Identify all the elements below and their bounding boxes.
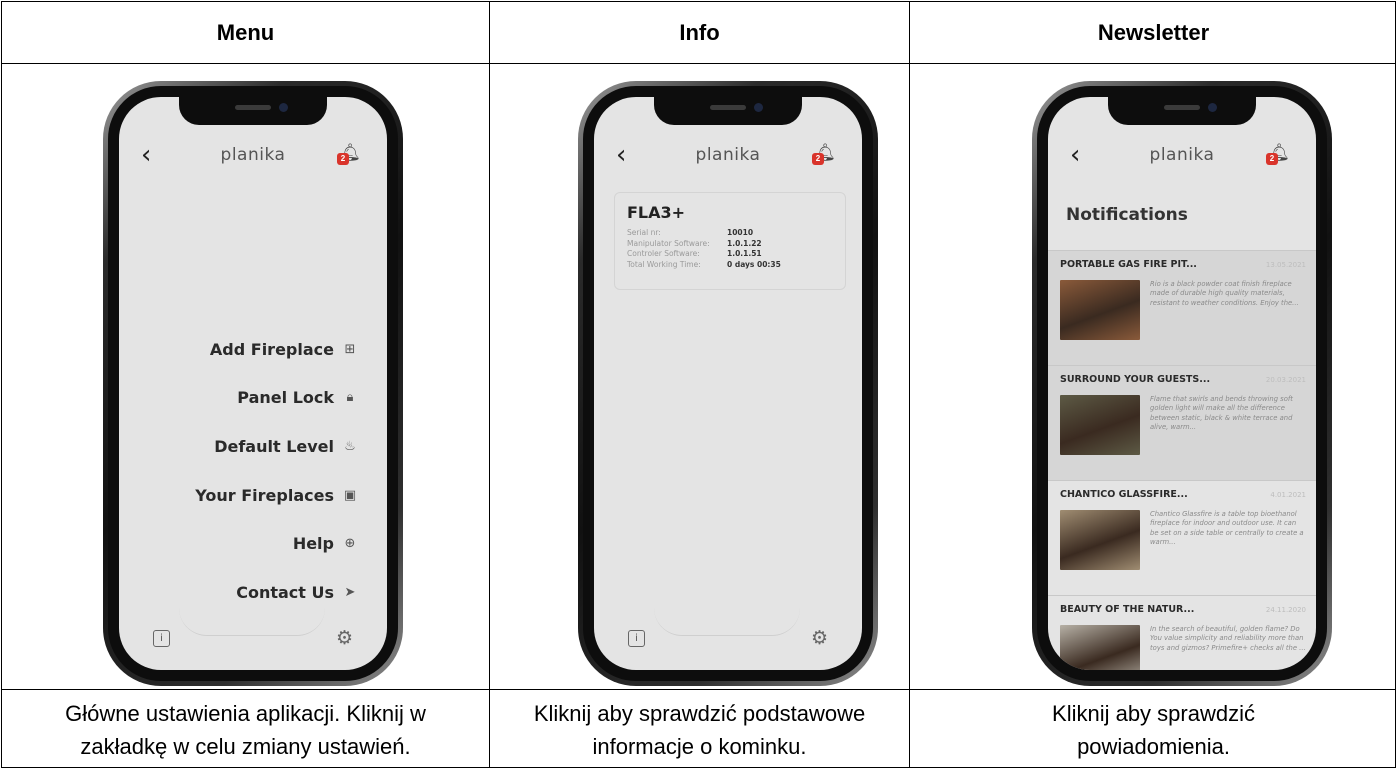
- menu-item-help[interactable]: Help ⊕: [195, 519, 361, 568]
- caption-line: Główne ustawienia aplikacji. Kliknij w: [65, 701, 426, 726]
- column-header-info: Info: [679, 20, 720, 45]
- info-key: Manipulator Software:: [627, 238, 710, 248]
- gear-icon[interactable]: ⚙: [336, 627, 353, 649]
- phone-notch: [179, 97, 327, 125]
- column-divider: [909, 2, 910, 767]
- menu-item-label: Help: [292, 534, 334, 554]
- info-key: Total Working Time:: [627, 259, 701, 269]
- info-icon[interactable]: i: [153, 630, 170, 647]
- menu-item-label: Contact Us: [236, 582, 334, 602]
- phone-notch: [654, 97, 802, 125]
- app-screen-newsletter: ‹ planika 🔔︎ 2 Notifications PORTABLE GA…: [1048, 97, 1316, 670]
- notifications-heading: Notifications: [1066, 205, 1188, 225]
- menu-item-label: Default Level: [214, 436, 334, 456]
- notifications-list: PORTABLE GAS FIRE PIT... 13.05.2021 Rio …: [1048, 250, 1316, 670]
- document-table: Menu Info Newsletter ‹ planika 🔔︎ 2 Add …: [1, 1, 1396, 768]
- menu-item-label: Add Fireplace: [209, 339, 334, 359]
- settings-menu: Add Fireplace ⊞ Panel Lock 🔒︎ Default Le…: [195, 325, 361, 617]
- info-value: 10010: [727, 228, 754, 237]
- notifications-button[interactable]: 🔔︎ 2: [335, 143, 361, 167]
- notification-item[interactable]: CHANTICO GLASSFIRE... 4.01.2021 Chantico…: [1048, 480, 1316, 595]
- notification-item[interactable]: SURROUND YOUR GUESTS... 20.03.2021 Flame…: [1048, 365, 1316, 480]
- notification-date: 13.05.2021: [1265, 261, 1306, 269]
- caption-line: Kliknij aby sprawdzić: [1052, 701, 1255, 726]
- info-row: Serial nr: 10010: [627, 228, 833, 239]
- lifebuoy-icon: ⊕: [344, 536, 356, 552]
- info-icon[interactable]: i: [628, 630, 645, 647]
- notifications-button[interactable]: 🔔︎ 2: [810, 143, 836, 167]
- send-icon: ➤: [344, 584, 356, 600]
- caption-line: powiadomienia.: [1077, 734, 1230, 759]
- column-header-newsletter: Newsletter: [1097, 20, 1210, 45]
- phone-frame: ‹ planika 🔔︎ 2 Add Fireplace ⊞ Panel Loc…: [103, 81, 403, 686]
- notification-thumbnail: [1060, 625, 1140, 670]
- phone-mockup-info: ‹ planika 🔔︎ 2 FLA3+ Serial nr: 10010 Ma…: [578, 81, 878, 686]
- notification-date: 20.03.2021: [1265, 376, 1306, 384]
- notification-thumbnail: [1060, 395, 1140, 455]
- bottom-bar: i ⚙: [119, 608, 387, 670]
- info-row: Total Working Time: 0 days 00:35: [627, 260, 833, 271]
- notification-badge: 2: [337, 153, 349, 165]
- menu-item-label: Your Fireplaces: [195, 485, 334, 505]
- info-row: Manipulator Software: 1.0.1.22: [627, 239, 833, 250]
- column-header-menu: Menu: [216, 20, 275, 45]
- notification-title: BEAUTY OF THE NATUR...: [1060, 604, 1195, 615]
- notification-excerpt: In the search of beautiful, golden flame…: [1150, 625, 1306, 652]
- notification-date: 24.11.2020: [1265, 606, 1306, 614]
- info-key: Serial nr:: [627, 228, 661, 237]
- caption-line: zakładkę w celu zmiany ustawień.: [80, 734, 411, 759]
- notification-title: PORTABLE GAS FIRE PIT...: [1060, 259, 1197, 270]
- app-screen-menu: ‹ planika 🔔︎ 2 Add Fireplace ⊞ Panel Loc…: [119, 97, 387, 670]
- notification-excerpt: Chantico Glassfire is a table top bioeth…: [1150, 510, 1304, 547]
- flame-icon: ♨: [344, 438, 356, 454]
- plus-box-icon: ⊞: [344, 341, 356, 357]
- column-divider: [489, 2, 490, 767]
- notifications-button[interactable]: 🔔︎ 2: [1264, 143, 1290, 167]
- phone-mockup-menu: ‹ planika 🔔︎ 2 Add Fireplace ⊞ Panel Loc…: [103, 81, 403, 686]
- notification-title: SURROUND YOUR GUESTS...: [1060, 374, 1211, 385]
- app-screen-info: ‹ planika 🔔︎ 2 FLA3+ Serial nr: 10010 Ma…: [594, 97, 862, 670]
- lock-icon: 🔒︎: [346, 390, 354, 406]
- info-row: Controler Software: 1.0.1.51: [627, 249, 833, 260]
- menu-item-default-level[interactable]: Default Level ♨: [195, 422, 361, 471]
- notification-thumbnail: [1060, 280, 1140, 340]
- notification-badge: 2: [812, 153, 824, 165]
- notification-excerpt: Flame that swirls and bends throwing sof…: [1150, 395, 1293, 432]
- phone-frame: ‹ planika 🔔︎ 2 Notifications PORTABLE GA…: [1032, 81, 1332, 686]
- info-value: 1.0.1.22: [727, 238, 762, 248]
- phone-mockup-newsletter: ‹ planika 🔔︎ 2 Notifications PORTABLE GA…: [1032, 81, 1332, 686]
- caption-info: Kliknij aby sprawdzić podstawowe informa…: [490, 690, 909, 770]
- notification-thumbnail: [1060, 510, 1140, 570]
- phone-notch: [1108, 97, 1256, 125]
- app-header: ‹ planika 🔔︎ 2: [594, 139, 862, 173]
- caption-row: Główne ustawienia aplikacji. Kliknij w z…: [2, 689, 1395, 769]
- fireplace-info-card: FLA3+ Serial nr: 10010 Manipulator Softw…: [614, 192, 846, 290]
- caption-line: Kliknij aby sprawdzić podstawowe: [533, 701, 866, 726]
- notification-badge: 2: [1266, 153, 1278, 165]
- header-row: Menu Info Newsletter: [2, 2, 1395, 64]
- caption-menu: Główne ustawienia aplikacji. Kliknij w z…: [2, 690, 489, 770]
- notification-date: 4.01.2021: [1270, 491, 1306, 499]
- notification-title: CHANTICO GLASSFIRE...: [1060, 489, 1188, 500]
- notification-item[interactable]: PORTABLE GAS FIRE PIT... 13.05.2021 Rio …: [1048, 250, 1316, 365]
- caption-newsletter: Kliknij aby sprawdzić powiadomienia.: [910, 690, 1397, 770]
- notification-excerpt: Rio is a black powder coat finish firepl…: [1150, 280, 1299, 307]
- fireplace-model: FLA3+: [627, 203, 686, 222]
- gear-icon[interactable]: ⚙: [811, 627, 828, 649]
- fireplace-icon: ▣: [343, 487, 357, 503]
- info-value: 1.0.1.51: [727, 249, 762, 258]
- app-header: ‹ planika 🔔︎ 2: [1048, 139, 1316, 173]
- notification-item[interactable]: BEAUTY OF THE NATUR... 24.11.2020 In the…: [1048, 595, 1316, 670]
- menu-item-panel-lock[interactable]: Panel Lock 🔒︎: [195, 374, 361, 423]
- phone-frame: ‹ planika 🔔︎ 2 FLA3+ Serial nr: 10010 Ma…: [578, 81, 878, 686]
- bottom-bar: i ⚙: [594, 608, 862, 670]
- info-value: 0 days 00:35: [727, 259, 781, 269]
- info-key: Controler Software:: [627, 249, 700, 258]
- menu-item-label: Panel Lock: [237, 388, 334, 408]
- menu-item-add-fireplace[interactable]: Add Fireplace ⊞: [195, 325, 361, 374]
- caption-line: informacje o kominku.: [592, 734, 807, 759]
- menu-item-your-fireplaces[interactable]: Your Fireplaces ▣: [195, 471, 361, 520]
- app-header: ‹ planika 🔔︎ 2: [119, 139, 387, 173]
